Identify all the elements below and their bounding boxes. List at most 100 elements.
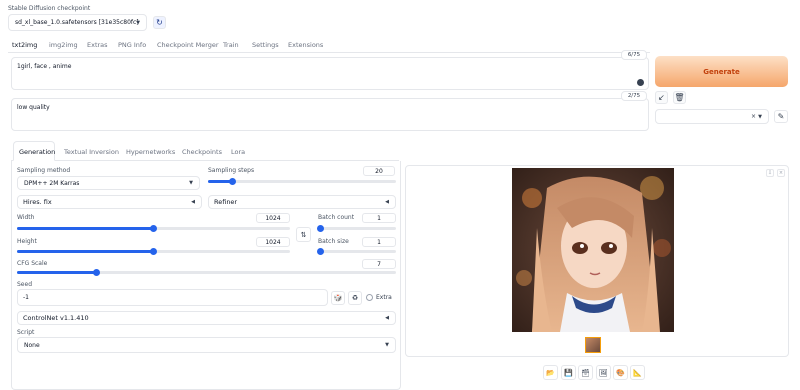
random-seed-button[interactable]: 🎲 bbox=[331, 291, 345, 305]
batch-count-input[interactable]: 1 bbox=[362, 213, 396, 223]
sampling-method-label: Sampling method bbox=[17, 167, 71, 174]
tab-txt2img[interactable]: txt2img bbox=[12, 41, 37, 49]
negative-prompt-text: low quality bbox=[17, 104, 50, 111]
extra-seed-label: Extra bbox=[376, 294, 392, 301]
tab-lora[interactable]: Lora bbox=[231, 148, 245, 156]
refresh-icon: ↻ bbox=[156, 18, 163, 27]
tab-checkpoint-merger[interactable]: Checkpoint Merger bbox=[157, 41, 219, 49]
generate-button[interactable]: Generate bbox=[655, 56, 788, 87]
negative-prompt-token-counter: 2/75 bbox=[621, 91, 647, 101]
swap-icon: ⇅ bbox=[300, 230, 307, 239]
sampling-steps-input[interactable]: 20 bbox=[363, 166, 395, 176]
collapse-left-icon: ◀ bbox=[191, 199, 195, 205]
clear-icon[interactable]: × bbox=[751, 113, 756, 120]
tab-textual-inversion[interactable]: Textual Inversion bbox=[64, 148, 119, 156]
tab-settings[interactable]: Settings bbox=[252, 41, 279, 49]
prompt-token-counter: 6/75 bbox=[621, 50, 647, 60]
cfg-scale-input[interactable]: 7 bbox=[362, 259, 396, 269]
seed-label: Seed bbox=[17, 281, 32, 288]
slider-thumb[interactable] bbox=[150, 225, 157, 232]
paste-icon[interactable] bbox=[637, 79, 644, 86]
trash-icon: 🗑 bbox=[674, 93, 685, 102]
tab-checkpoints[interactable]: Checkpoints bbox=[182, 148, 222, 156]
negative-prompt-textarea[interactable]: low quality bbox=[11, 98, 649, 131]
checkpoint-value: sd_xl_base_1.0.safetensors [31e35c80fc] bbox=[15, 19, 139, 26]
tab-extensions[interactable]: Extensions bbox=[288, 41, 323, 49]
script-value: None bbox=[24, 341, 40, 349]
read-params-button[interactable]: ↙ bbox=[655, 91, 668, 104]
reuse-seed-button[interactable]: ♻ bbox=[348, 291, 362, 305]
slider-thumb[interactable] bbox=[228, 178, 236, 185]
refresh-checkpoint-button[interactable]: ↻ bbox=[153, 16, 166, 29]
cfg-scale-slider[interactable] bbox=[17, 269, 396, 276]
styles-dropdown[interactable]: × ▼ bbox=[655, 109, 769, 124]
chevron-down-icon: ▼ bbox=[758, 113, 762, 120]
batch-count-slider[interactable] bbox=[316, 225, 396, 232]
save-icon: 💾 bbox=[564, 368, 573, 377]
checkpoint-label: Stable Diffusion checkpoint bbox=[8, 5, 91, 12]
tab-png-info[interactable]: PNG Info bbox=[118, 41, 146, 49]
width-slider[interactable] bbox=[17, 225, 290, 232]
main-tabs: txt2img img2img Extras PNG Info Checkpoi… bbox=[0, 38, 650, 52]
height-input[interactable]: 1024 bbox=[256, 237, 290, 247]
controlnet-label: ControlNet v1.1.410 bbox=[23, 314, 89, 322]
trash-button[interactable]: 🗑 bbox=[673, 91, 686, 104]
edit-styles-button[interactable]: ✎ bbox=[774, 110, 788, 123]
cfg-scale-label: CFG Scale bbox=[17, 260, 48, 267]
extra-seed-checkbox[interactable] bbox=[366, 294, 373, 301]
archive-icon: 🗃 bbox=[581, 368, 590, 377]
width-label: Width bbox=[17, 214, 35, 221]
chevron-down-icon: ▼ bbox=[385, 342, 389, 348]
send-to-inpaint-button[interactable]: 🎨 bbox=[613, 365, 628, 380]
send-to-extras-button[interactable]: 📐 bbox=[630, 365, 645, 380]
tab-train[interactable]: Train bbox=[223, 41, 239, 49]
image-icon: 🖼 bbox=[599, 368, 608, 377]
tab-generation[interactable]: Generation bbox=[19, 148, 55, 156]
save-button[interactable]: 💾 bbox=[561, 365, 576, 380]
share-icon[interactable]: ⇩ bbox=[766, 169, 774, 177]
script-dropdown[interactable]: None ▼ bbox=[17, 337, 396, 353]
height-label: Height bbox=[17, 238, 37, 245]
zip-button[interactable]: 🗃 bbox=[578, 365, 593, 380]
hires-fix-accordion[interactable]: Hires. fix ◀ bbox=[17, 195, 202, 209]
close-icon[interactable]: × bbox=[777, 169, 785, 177]
tab-hypernetworks[interactable]: Hypernetworks bbox=[126, 148, 175, 156]
swap-dimensions-button[interactable]: ⇅ bbox=[296, 227, 311, 242]
collapse-left-icon: ◀ bbox=[385, 315, 389, 321]
slider-thumb[interactable] bbox=[150, 248, 157, 255]
checkpoint-dropdown[interactable]: sd_xl_base_1.0.safetensors [31e35c80fc] … bbox=[8, 14, 147, 31]
chevron-down-icon: ▼ bbox=[189, 180, 193, 186]
arrow-down-left-icon: ↙ bbox=[658, 93, 665, 102]
send-to-img2img-button[interactable]: 🖼 bbox=[596, 365, 611, 380]
prompt-textarea[interactable]: 1girl, face , anime bbox=[11, 57, 649, 90]
slider-thumb[interactable] bbox=[316, 225, 324, 232]
sub-tabs: Generation Textual Inversion Hypernetwor… bbox=[11, 141, 399, 161]
open-folder-button[interactable]: 📂 bbox=[543, 365, 558, 380]
refiner-accordion[interactable]: Refiner ◀ bbox=[208, 195, 396, 209]
prompt-text: 1girl, face , anime bbox=[17, 63, 72, 70]
generated-image[interactable] bbox=[512, 168, 674, 332]
tab-img2img[interactable]: img2img bbox=[49, 41, 78, 49]
batch-count-label: Batch count bbox=[318, 214, 355, 221]
batch-size-input[interactable]: 1 bbox=[362, 237, 396, 247]
pencil-icon: ✎ bbox=[777, 112, 785, 121]
tabs-divider bbox=[8, 52, 650, 53]
tab-extras[interactable]: Extras bbox=[87, 41, 108, 49]
hires-fix-label: Hires. fix bbox=[23, 198, 52, 206]
sampling-method-dropdown[interactable]: DPM++ 2M Karras ▼ bbox=[17, 176, 200, 190]
batch-size-slider[interactable] bbox=[316, 248, 396, 255]
ruler-icon: 📐 bbox=[633, 368, 642, 377]
controlnet-accordion[interactable]: ControlNet v1.1.410 ◀ bbox=[17, 311, 396, 325]
collapse-left-icon: ◀ bbox=[385, 199, 389, 205]
palette-icon: 🎨 bbox=[616, 368, 625, 377]
height-slider[interactable] bbox=[17, 248, 290, 255]
dice-icon: 🎲 bbox=[333, 294, 343, 302]
image-thumbnail[interactable] bbox=[585, 337, 601, 353]
sampling-steps-slider[interactable] bbox=[208, 178, 396, 185]
sampling-method-value: DPM++ 2M Karras bbox=[24, 179, 80, 187]
slider-thumb[interactable] bbox=[316, 248, 324, 255]
refiner-label: Refiner bbox=[214, 198, 238, 206]
width-input[interactable]: 1024 bbox=[256, 213, 290, 223]
seed-input[interactable]: -1 bbox=[17, 289, 328, 306]
folder-icon: 📂 bbox=[546, 368, 555, 377]
